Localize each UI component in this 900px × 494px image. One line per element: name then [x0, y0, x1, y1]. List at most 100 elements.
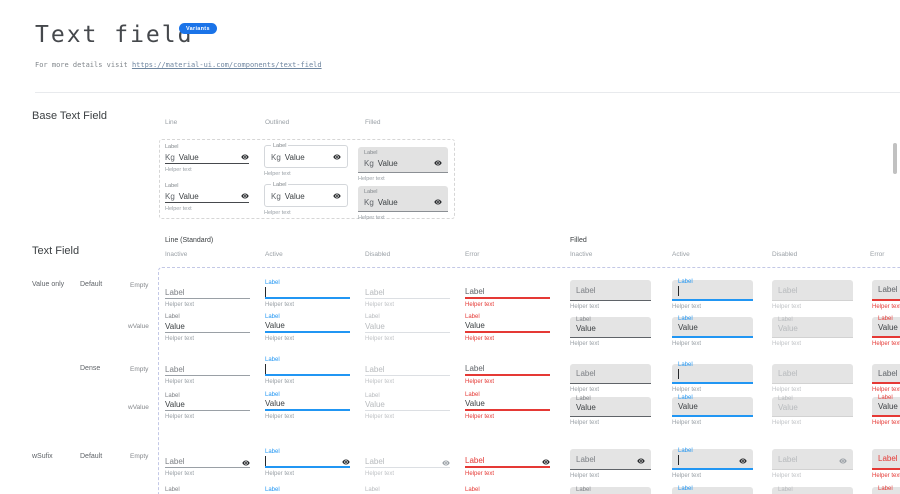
- field-prefix: Kg: [165, 153, 175, 162]
- field-value: Value: [365, 322, 450, 332]
- text-field-cell[interactable]: Label Label Helper text: [465, 448, 550, 477]
- text-field-cell[interactable]: Label Label Helper text: [570, 449, 651, 479]
- visibility-icon[interactable]: [739, 457, 747, 465]
- text-field-cell[interactable]: Label Value Helper text: [165, 486, 250, 494]
- text-field-cell[interactable]: Label Value Helper text: [465, 486, 550, 494]
- text-field-cell[interactable]: Label Value Helper text: [672, 397, 753, 426]
- visibility-icon[interactable]: [242, 459, 250, 467]
- field-float-label: Label: [778, 486, 847, 494]
- field-box: Label Label: [672, 280, 753, 301]
- field-value: Label: [365, 457, 438, 467]
- base-col-header-line: Line: [165, 119, 177, 126]
- helper-text: Helper text: [672, 420, 753, 426]
- text-field-cell[interactable]: Label Value Helper text: [872, 487, 900, 494]
- base-col-header-outlined: Outlined: [265, 119, 289, 126]
- visibility-icon[interactable]: [241, 192, 249, 200]
- helper-text: Helper text: [465, 336, 550, 342]
- visibility-icon[interactable]: [342, 458, 350, 466]
- text-field-cell[interactable]: Label Label Helper text: [772, 364, 853, 393]
- text-field-cell[interactable]: Label Value Helper text: [365, 313, 450, 342]
- base-line-field[interactable]: Label Kg Value Helper text: [165, 182, 249, 212]
- helper-text: Helper text: [872, 473, 900, 479]
- visibility-icon[interactable]: [434, 198, 442, 206]
- text-field-cell[interactable]: Label Label Helper text: [772, 280, 853, 310]
- text-field-cell[interactable]: Label Label Helper text: [365, 359, 450, 385]
- base-outlined-field[interactable]: Label Kg Value Helper text: [264, 145, 348, 177]
- text-field-cell[interactable]: Label Label Helper text: [672, 280, 753, 310]
- text-field-cell[interactable]: Label Label Helper text: [772, 449, 853, 479]
- text-field-cell[interactable]: Label Value Helper text: [570, 487, 651, 494]
- text-field-cell[interactable]: Label Label Helper text: [672, 364, 753, 393]
- text-field-cell[interactable]: Label Value Helper text: [465, 313, 550, 342]
- text-field-cell[interactable]: Label Value Helper text: [672, 487, 753, 494]
- text-field-cell[interactable]: Label Label Helper text: [570, 364, 651, 393]
- helper-text: Helper text: [465, 302, 550, 308]
- field-box: Label Label: [465, 279, 550, 299]
- text-field-cell[interactable]: Label Value Helper text: [165, 394, 250, 420]
- text-field-cell[interactable]: Label Value Helper text: [772, 397, 853, 426]
- field-box: Label Value: [672, 317, 753, 338]
- text-field-cell[interactable]: Label Label Helper text: [265, 279, 350, 308]
- visibility-icon[interactable]: [333, 153, 341, 161]
- text-field-cell[interactable]: Label Value Helper text: [265, 394, 350, 420]
- base-outlined-field[interactable]: Label Kg Value Helper text: [264, 184, 348, 216]
- visibility-icon[interactable]: [637, 457, 645, 465]
- subtitle-link[interactable]: https://material-ui.com/components/text-…: [132, 61, 322, 69]
- helper-text: Helper text: [265, 471, 350, 477]
- text-field-cell[interactable]: Label Label Helper text: [365, 279, 450, 308]
- text-field-cell[interactable]: Label Label Helper text: [365, 448, 450, 477]
- text-field-cell[interactable]: Label Label Helper text: [872, 449, 900, 479]
- field-box: Label Label: [772, 449, 853, 470]
- text-field-cell[interactable]: Label Label Helper text: [165, 359, 250, 385]
- visibility-icon[interactable]: [241, 153, 249, 161]
- field-value: Value: [165, 322, 250, 332]
- text-field-cell[interactable]: Label Label Helper text: [672, 449, 753, 479]
- text-field-cell[interactable]: Label Label Helper text: [570, 280, 651, 310]
- text-field-cell[interactable]: Label Label Helper text: [265, 448, 350, 477]
- field-value: Value: [179, 192, 237, 201]
- field-float-label: Label: [265, 279, 350, 287]
- text-field-cell[interactable]: Label Value Helper text: [872, 317, 900, 347]
- base-filled-field[interactable]: Label Kg Value Helper text: [358, 186, 448, 221]
- field-float-label: Label: [878, 315, 900, 323]
- text-field-cell[interactable]: Label Value Helper text: [772, 317, 853, 347]
- visibility-icon[interactable]: [442, 459, 450, 467]
- text-field-cell[interactable]: Label Value Helper text: [465, 394, 550, 420]
- text-field-cell[interactable]: Label Value Helper text: [872, 397, 900, 426]
- text-field-cell[interactable]: Label Value Helper text: [672, 317, 753, 347]
- field-float-label: Label: [365, 313, 450, 321]
- field-value: Label: [365, 288, 450, 298]
- text-field-cell[interactable]: Label Label Helper text: [465, 359, 550, 385]
- field-value: Value: [265, 321, 350, 331]
- helper-text: Helper text: [872, 420, 900, 426]
- field-box: Label Label: [672, 449, 753, 470]
- text-field-cell[interactable]: Label Value Helper text: [772, 487, 853, 494]
- text-field-cell[interactable]: Label Value Helper text: [265, 313, 350, 342]
- text-field-cell[interactable]: Label Label Helper text: [872, 280, 900, 310]
- text-field-cell[interactable]: Label Value Helper text: [365, 394, 450, 420]
- text-field-cell[interactable]: Label Value Helper text: [570, 397, 651, 426]
- visibility-icon[interactable]: [434, 159, 442, 167]
- base-filled-field[interactable]: Label Kg Value Helper text: [358, 147, 448, 182]
- base-line-field[interactable]: Label Kg Value Helper text: [165, 143, 249, 173]
- text-field-cell[interactable]: Label Label Helper text: [465, 279, 550, 308]
- text-field-cell[interactable]: Label Value Helper text: [570, 317, 651, 347]
- text-cursor: [265, 364, 266, 374]
- helper-text: Helper text: [165, 414, 250, 420]
- helper-text: Helper text: [165, 379, 250, 385]
- scrollbar-thumb[interactable]: [893, 143, 897, 174]
- visibility-icon[interactable]: [333, 192, 341, 200]
- visibility-icon[interactable]: [839, 457, 847, 465]
- field-float-label: Label: [678, 361, 747, 369]
- text-field-cell[interactable]: Label Value Helper text: [265, 486, 350, 494]
- visibility-icon[interactable]: [542, 458, 550, 466]
- field-float-label: Label: [465, 486, 550, 494]
- text-field-cell[interactable]: Label Label Helper text: [872, 364, 900, 393]
- page-title: Text field: [35, 22, 193, 48]
- text-field-cell[interactable]: Label Label Helper text: [165, 448, 250, 477]
- text-field-cell[interactable]: Label Value Helper text: [365, 486, 450, 494]
- text-field-cell[interactable]: Label Label Helper text: [165, 279, 250, 308]
- field-box: Label Value: [672, 397, 753, 417]
- text-field-cell[interactable]: Label Value Helper text: [165, 313, 250, 342]
- text-field-cell[interactable]: Label Label Helper text: [265, 359, 350, 385]
